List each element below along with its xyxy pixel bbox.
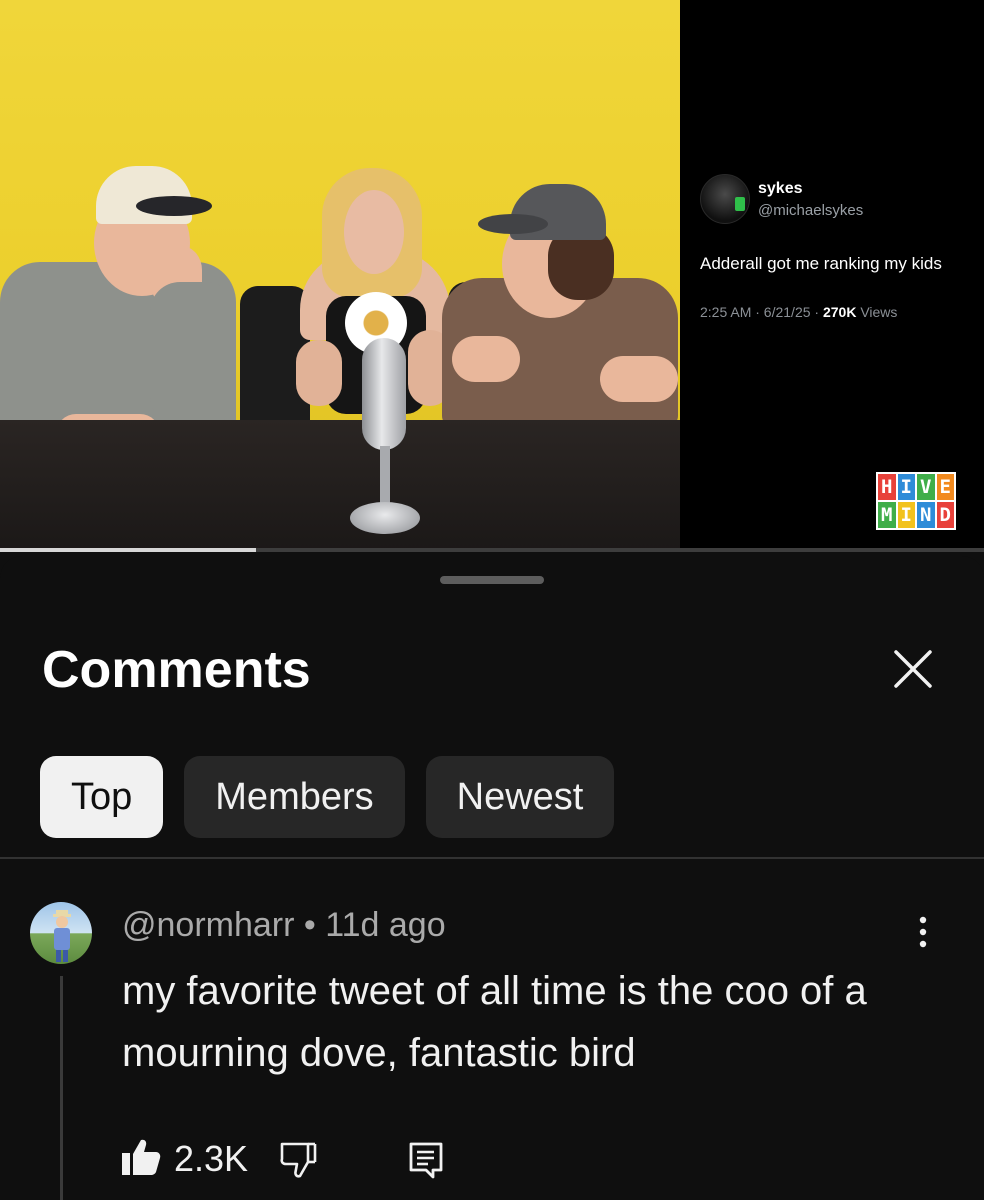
tweet-views-count: 270K <box>822 304 857 320</box>
logo-letter: I <box>897 474 915 500</box>
thumbs-up-icon <box>122 1139 161 1175</box>
comment-more-button[interactable] <box>906 912 940 952</box>
divider <box>0 857 984 859</box>
close-button[interactable] <box>888 644 938 694</box>
more-vertical-icon <box>919 916 927 948</box>
logo-letter: H <box>878 474 896 500</box>
comment-item: @normharr • 11d ago my favorite tweet of… <box>0 896 984 1200</box>
logo-letter: V <box>917 474 935 500</box>
dislike-button[interactable] <box>278 1140 318 1180</box>
reply-icon <box>409 1142 443 1179</box>
avatar-figure <box>53 910 71 962</box>
microphone <box>350 338 420 538</box>
tab-newest[interactable]: Newest <box>425 756 615 838</box>
tweet-meta: 2:25 AM · 6/21/25 · 270K Views <box>700 304 897 320</box>
close-icon <box>894 650 932 688</box>
comment-author[interactable]: @normharr <box>122 906 294 944</box>
reply-button[interactable] <box>406 1140 446 1180</box>
sort-tabs: Top Members Newest <box>40 756 615 838</box>
comments-title: Comments <box>42 641 311 699</box>
logo-letter: D <box>936 502 954 528</box>
avatar[interactable] <box>30 902 92 964</box>
video-progress-bar[interactable] <box>0 548 984 552</box>
logo-letter: M <box>878 502 896 528</box>
tweet-text: Adderall got me ranking my kids <box>700 254 942 273</box>
drag-handle[interactable] <box>440 576 544 584</box>
video-progress-fill <box>0 548 256 552</box>
tweet-time-date: 2:25 AM · 6/21/25 · <box>700 304 823 320</box>
tab-top[interactable]: Top <box>40 756 164 838</box>
logo-letter: I <box>897 502 915 528</box>
comment-age: 11d ago <box>325 906 446 944</box>
tweet-author-handle: @michaelsykes <box>758 202 864 219</box>
logo-letter: E <box>936 474 954 500</box>
comment-text: my favorite tweet of all time is the coo… <box>122 969 867 1075</box>
thumbs-down-icon <box>280 1142 317 1178</box>
comment-separator: • <box>294 906 326 944</box>
logo-letter: N <box>917 502 935 528</box>
tweet-views-label: Views <box>856 304 898 320</box>
like-button[interactable] <box>120 1136 162 1178</box>
comments-sheet: Comments Top Members Newest @normharr • … <box>0 556 984 1200</box>
thread-line <box>60 976 63 1200</box>
comment-meta: @normharr • 11d ago <box>122 906 446 945</box>
tweet-author-name: sykes <box>758 180 803 197</box>
like-count: 2.3K <box>174 1138 249 1179</box>
tweet-avatar <box>700 174 750 224</box>
video-player[interactable]: sykes @michaelsykes Adderall got me rank… <box>0 0 984 552</box>
table <box>0 420 680 552</box>
hive-mind-logo: HIVE MIND <box>876 472 956 530</box>
video-frame <box>0 0 680 552</box>
tab-members[interactable]: Members <box>184 756 405 838</box>
